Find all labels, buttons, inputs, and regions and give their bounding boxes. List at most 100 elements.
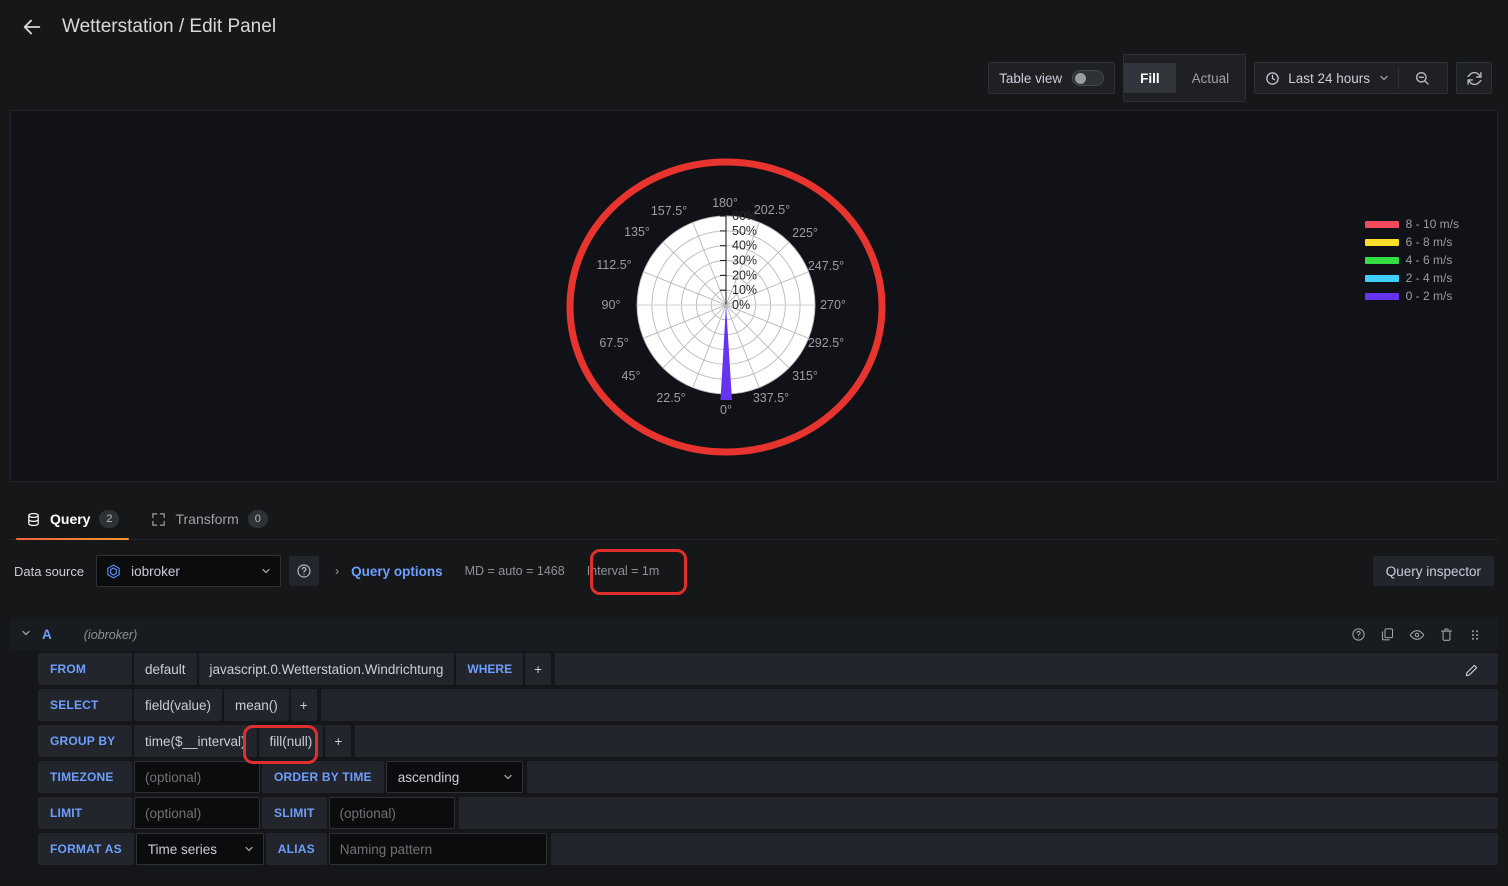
legend-item[interactable]: 2 - 4 m/s (1364, 271, 1459, 285)
legend-item[interactable]: 4 - 6 m/s (1364, 253, 1459, 267)
legend-swatch (1364, 220, 1399, 228)
limit-key-label: LIMIT (38, 797, 132, 829)
query-a-header: A (iobroker) (10, 618, 1498, 651)
from-policy-segment[interactable]: default (134, 653, 197, 685)
query-row-from: FROM default javascript.0.Wetterstation.… (10, 651, 1498, 687)
legend-swatch (1364, 274, 1399, 282)
group-by-row-filler (355, 725, 1498, 757)
legend-swatch (1364, 256, 1399, 264)
query-hide-button[interactable] (1409, 627, 1425, 643)
query-options-caret[interactable]: › (327, 564, 343, 578)
svg-text:90°: 90° (602, 298, 621, 312)
legend-item[interactable]: 8 - 10 m/s (1364, 217, 1459, 231)
alias-input[interactable]: Naming pattern (328, 833, 547, 865)
query-a-actions (1351, 627, 1498, 643)
alias-key-label: ALIAS (265, 833, 327, 865)
legend-item[interactable]: 0 - 2 m/s (1364, 289, 1459, 303)
tab-transform-label: Transform (175, 511, 239, 527)
from-key-label: FROM (38, 653, 132, 685)
order-by-time-select[interactable]: ascending (385, 761, 523, 793)
svg-text:112.5°: 112.5° (596, 258, 631, 272)
legend-label: 2 - 4 m/s (1405, 271, 1453, 285)
svg-text:0°: 0° (720, 403, 732, 417)
svg-text:337.5°: 337.5° (753, 391, 789, 405)
select-add-button[interactable]: + (290, 689, 317, 721)
fill-button[interactable]: Fill (1124, 63, 1176, 93)
group-by-add-button[interactable]: + (325, 725, 352, 757)
group-by-fill-segment[interactable]: fill(null) (258, 725, 324, 757)
svg-text:180°: 180° (712, 196, 738, 210)
order-by-time-value: ascending (397, 769, 460, 785)
legend-swatch (1364, 292, 1399, 300)
radial-tick-labels: 0% 10% 20% 30% 40% 50% 60% (732, 209, 757, 312)
time-range-label[interactable]: Last 24 hours (1288, 71, 1370, 86)
format-row-filler (550, 833, 1498, 865)
from-where-label: WHERE (456, 653, 524, 685)
query-a-collapse-toggle[interactable] (10, 627, 42, 642)
svg-text:292.5°: 292.5° (808, 336, 844, 350)
select-key-label: SELECT (38, 689, 132, 721)
limit-row-filler (458, 797, 1498, 829)
panel-toolbar: Table view Fill Actual Last 24 hours (0, 54, 1508, 102)
duplicate-icon (1381, 628, 1394, 641)
query-delete-button[interactable] (1439, 627, 1454, 642)
table-view-toggle[interactable] (1072, 70, 1105, 86)
query-options-link[interactable]: Query options (351, 564, 443, 579)
svg-text:50%: 50% (732, 224, 757, 238)
order-by-time-key-label: ORDER BY TIME (262, 761, 384, 793)
slimit-input[interactable]: (optional) (328, 797, 455, 829)
svg-text:225°: 225° (792, 226, 818, 240)
tab-query-badge: 2 (99, 510, 120, 528)
legend-label: 0 - 2 m/s (1405, 289, 1453, 303)
svg-text:157.5°: 157.5° (651, 204, 687, 218)
svg-text:247.5°: 247.5° (808, 259, 844, 273)
from-add-where-button[interactable]: + (525, 653, 551, 685)
svg-text:270°: 270° (820, 298, 846, 312)
trash-icon (1440, 628, 1453, 641)
from-row-filler (554, 653, 1498, 685)
timezone-row-filler (526, 761, 1498, 793)
legend-item[interactable]: 6 - 8 m/s (1364, 235, 1459, 249)
svg-text:135°: 135° (624, 225, 650, 239)
chevron-down-icon (262, 568, 270, 574)
zoom-out-button[interactable] (1407, 63, 1437, 93)
svg-text:0%: 0% (732, 298, 750, 312)
max-data-points-label: MD = auto = 1468 (464, 564, 565, 578)
query-duplicate-button[interactable] (1380, 627, 1395, 642)
fill-actual-segment: Fill Actual (1123, 54, 1247, 102)
query-a-refid[interactable]: A (42, 627, 52, 642)
format-as-select[interactable]: Time series (135, 833, 264, 865)
zoom-out-icon (1416, 72, 1429, 85)
timezone-input[interactable]: (optional) (134, 761, 260, 793)
legend-swatch (1364, 238, 1399, 246)
chevron-down-icon[interactable] (1378, 72, 1390, 84)
refresh-button[interactable] (1456, 62, 1492, 94)
format-as-value: Time series (147, 841, 218, 857)
from-measurement-segment[interactable]: javascript.0.Wetterstation.Windrichtung (198, 653, 455, 685)
group-by-time-segment[interactable]: time($__interval) (134, 725, 257, 757)
tab-query[interactable]: Query 2 (10, 510, 135, 540)
data-source-picker[interactable]: iobroker (96, 555, 282, 587)
back-button[interactable] (16, 11, 48, 43)
query-inspector-button[interactable]: Query inspector (1372, 556, 1494, 586)
actual-button[interactable]: Actual (1176, 63, 1246, 93)
limit-input[interactable]: (optional) (134, 797, 260, 829)
toggle-text-edit-mode-button[interactable] (1456, 655, 1486, 685)
query-row-limit: LIMIT (optional) SLIMIT (optional) (10, 795, 1498, 831)
query-drag-handle[interactable] (1468, 628, 1482, 642)
legend-label: 6 - 8 m/s (1405, 235, 1453, 249)
data-source-help-button[interactable] (289, 556, 320, 586)
query-a-body: FROM default javascript.0.Wetterstation.… (10, 651, 1498, 880)
svg-text:30%: 30% (732, 254, 757, 268)
select-function-segment[interactable]: mean() (224, 689, 289, 721)
query-help-button[interactable] (1351, 627, 1366, 642)
select-field-segment[interactable]: field(value) (134, 689, 223, 721)
help-icon (1352, 628, 1365, 641)
query-row-timezone: TIMEZONE (optional) ORDER BY TIME ascend… (10, 759, 1498, 795)
top-bar: Wetterstation / Edit Panel (0, 0, 1508, 54)
wind-rose-chart: 0% 10% 20% 30% 40% 50% 60% 0° 22.5° 45° … (566, 158, 886, 456)
help-circle-icon (297, 564, 311, 578)
chevron-down-icon (504, 774, 512, 780)
arrow-left-icon (23, 19, 41, 35)
tab-transform[interactable]: Transform 0 (135, 510, 283, 539)
